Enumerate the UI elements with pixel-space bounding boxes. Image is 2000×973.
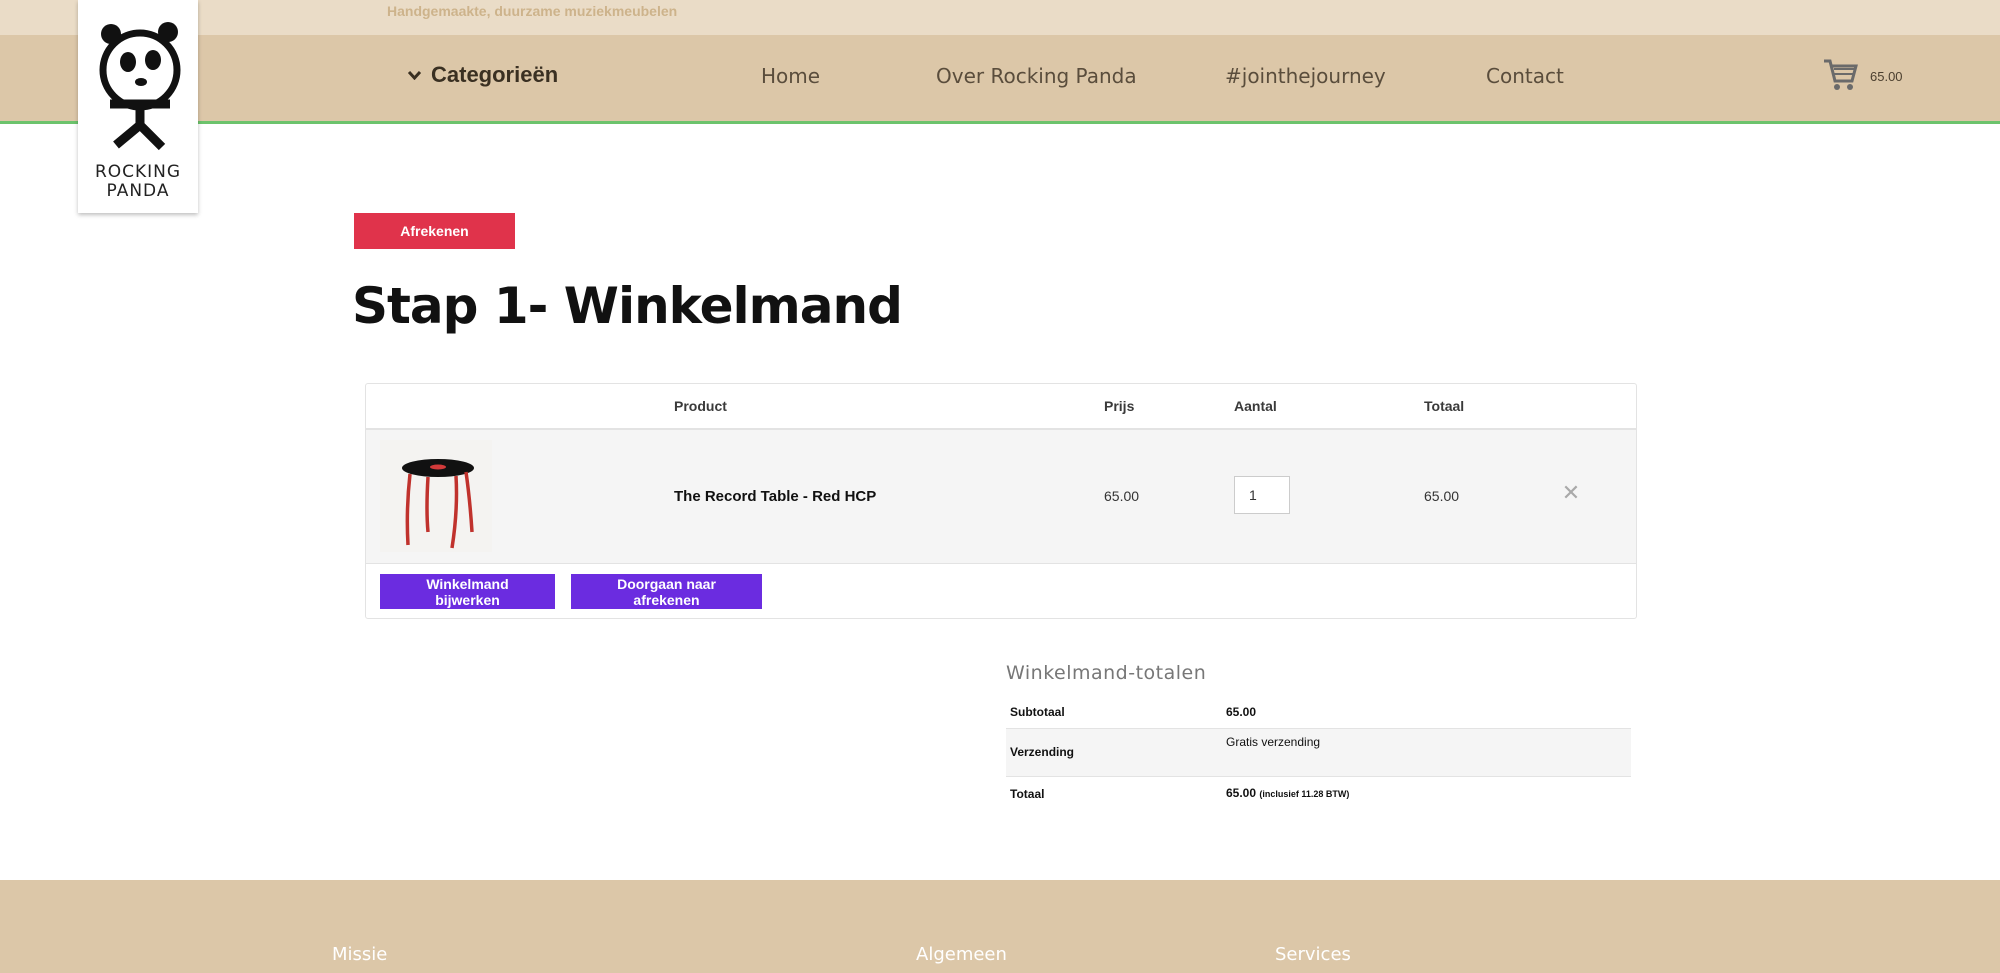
proceed-checkout-button[interactable]: Doorgaan naar afrekenen (571, 574, 762, 609)
footer: Missie Algemeen Services (0, 880, 2000, 973)
panda-logo (99, 22, 181, 151)
shipping-row: Verzending Gratis verzending (1006, 728, 1631, 777)
col-header-qty: Aantal (1234, 398, 1277, 414)
subtotal-value: 65.00 (1226, 705, 1257, 719)
col-header-product: Product (674, 398, 727, 414)
col-header-total: Totaal (1424, 398, 1465, 414)
logo-text-line2: PANDA (106, 181, 170, 201)
categories-menu[interactable]: Categorieën (407, 62, 559, 88)
total-value: 65.00 (1226, 786, 1257, 800)
col-header-price: Prijs (1104, 398, 1135, 414)
product-name[interactable]: The Record Table - Red HCP (674, 488, 876, 505)
product-total: 65.00 (1424, 488, 1460, 504)
update-cart-button[interactable]: Winkelmand bijwerken (380, 574, 555, 609)
site-logo[interactable]: ROCKING PANDA (78, 0, 198, 213)
main-nav: Categorieën Home Over Rocking Panda #joi… (0, 35, 2000, 124)
remove-icon[interactable]: ✕ (1559, 480, 1583, 505)
nav-home[interactable]: Home (761, 64, 820, 88)
nav-contact[interactable]: Contact (1486, 64, 1564, 88)
nav-over-rocking-panda[interactable]: Over Rocking Panda (936, 64, 1137, 88)
afrekenen-button[interactable]: Afrekenen (354, 213, 515, 249)
chevron-down-icon (407, 67, 422, 83)
nav-jointhejourney[interactable]: #jointhejourney (1225, 64, 1386, 88)
quantity-input[interactable] (1234, 476, 1290, 514)
product-price: 65.00 (1104, 488, 1140, 504)
cart-table: Product Prijs Aantal Totaal The Record T… (365, 383, 1637, 619)
subtotal-label: Subtotaal (1010, 705, 1065, 719)
footer-heading-algemeen: Algemeen (916, 944, 1007, 965)
cart-icon (1822, 57, 1858, 96)
total-tax-note: (inclusief 11.28 BTW) (1259, 789, 1350, 799)
totals-title: Winkelmand-totalen (1006, 662, 1207, 684)
subtotal-row: Subtotaal 65.00 (1006, 694, 1631, 728)
total-label: Totaal (1010, 787, 1045, 801)
page-title: Stap 1- Winkelmand (352, 277, 903, 335)
mini-cart[interactable]: 65.00 (1822, 57, 1903, 96)
logo-text-line1: ROCKING (94, 162, 182, 182)
total-value-wrap: 65.00 (inclusief 11.28 BTW) (1226, 786, 1349, 800)
product-thumbnail[interactable] (380, 440, 492, 552)
categories-label: Categorieën (431, 62, 559, 87)
cart-amount: 65.00 (1870, 69, 1903, 84)
total-row: Totaal 65.00 (inclusief 11.28 BTW) (1006, 777, 1631, 811)
tagline: Handgemaakte, duurzame muziekmeubelen (387, 3, 678, 19)
footer-heading-services: Services (1275, 944, 1351, 965)
cart-totals: Subtotaal 65.00 Verzending Gratis verzen… (1006, 694, 1631, 811)
shipping-label: Verzending (1010, 745, 1075, 759)
footer-heading-missie: Missie (332, 944, 388, 965)
shipping-value: Gratis verzending (1226, 735, 1321, 749)
top-strip: Handgemaakte, duurzame muziekmeubelen (0, 0, 2000, 35)
